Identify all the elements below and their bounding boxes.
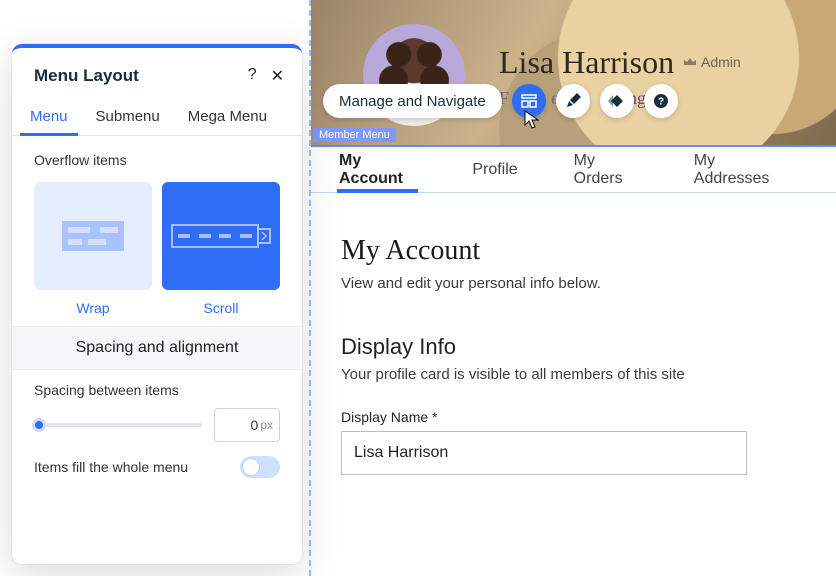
manage-button[interactable]: Manage and Navigate	[323, 84, 502, 118]
role-text: Admin	[701, 54, 741, 70]
panel-title: Menu Layout	[34, 66, 139, 86]
scroll-label: Scroll	[162, 300, 280, 316]
tab-addresses[interactable]: My Addresses	[694, 147, 780, 192]
design-tool-button[interactable]	[556, 84, 590, 118]
panel-tabs: Menu Submenu Mega Menu	[12, 102, 302, 136]
spacing-unit: px	[260, 418, 273, 432]
panel-tab-submenu[interactable]: Submenu	[96, 102, 160, 135]
editor-toolbar: Manage and Navigate ?	[323, 84, 678, 118]
tab-my-account[interactable]: My Account	[339, 147, 416, 192]
panel-tab-megamenu[interactable]: Mega Menu	[188, 102, 267, 135]
panel-header: Menu Layout ? ✕	[12, 48, 302, 102]
page-content: My Account View and edit your personal i…	[311, 193, 836, 475]
wrap-label: Wrap	[34, 300, 152, 316]
menu-layout-panel: Menu Layout ? ✕ Menu Submenu Mega Menu O…	[12, 44, 302, 564]
overflow-label: Overflow items	[34, 152, 280, 168]
tab-orders[interactable]: My Orders	[574, 147, 638, 192]
spacing-value-box[interactable]: 0 px	[214, 408, 280, 442]
cursor-icon	[522, 110, 542, 130]
slider-thumb[interactable]	[32, 418, 46, 432]
spacing-slider[interactable]	[34, 423, 202, 427]
layout-tool-button[interactable]	[512, 84, 546, 118]
fill-toggle[interactable]	[240, 456, 280, 478]
section-subtitle: Your profile card is visible to all memb…	[341, 366, 806, 383]
help-tool-button[interactable]: ?	[644, 84, 678, 118]
help-icon[interactable]: ?	[248, 66, 257, 86]
site-preview: Lisa Harrison Admin Fo e owing Manage an…	[309, 0, 836, 576]
page-subtitle: View and edit your personal info below.	[341, 275, 806, 292]
fill-label: Items fill the whole menu	[34, 459, 188, 475]
close-icon[interactable]: ✕	[271, 66, 284, 86]
tab-profile[interactable]: Profile	[472, 147, 517, 192]
member-menu-badge: Member Menu	[313, 128, 396, 142]
member-tabs: My Account Profile My Orders My Addresse…	[311, 145, 836, 193]
animation-tool-button[interactable]	[600, 84, 634, 118]
chevron-right-icon	[259, 228, 271, 244]
role-badge: Admin	[683, 54, 741, 70]
spacing-value: 0	[251, 417, 259, 433]
overflow-option-scroll[interactable]	[162, 182, 280, 290]
crown-icon	[683, 57, 697, 67]
display-name-field[interactable]	[341, 431, 747, 475]
toggle-knob	[242, 458, 260, 476]
spacing-heading: Spacing and alignment	[12, 326, 302, 370]
profile-header: Lisa Harrison Admin Fo e owing Manage an…	[311, 0, 836, 145]
svg-text:?: ?	[658, 97, 664, 108]
display-name-label: Display Name *	[341, 409, 806, 425]
overflow-option-wrap[interactable]	[34, 182, 152, 290]
profile-name: Lisa Harrison	[499, 44, 674, 81]
panel-tab-menu[interactable]: Menu	[30, 102, 68, 135]
spacing-label: Spacing between items	[34, 382, 280, 398]
section-heading: Display Info	[341, 334, 806, 360]
page-title: My Account	[341, 235, 806, 267]
